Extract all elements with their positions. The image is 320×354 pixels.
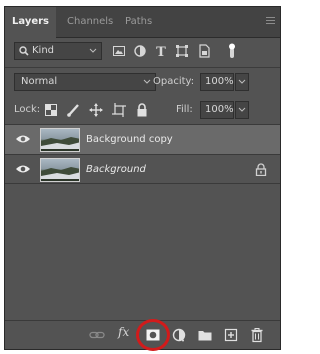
blend-mode-value: Normal <box>21 76 58 87</box>
layers-panel: Layers Channels Paths Kind T Normal Opac… <box>4 6 281 350</box>
chevron-down-icon <box>143 79 151 84</box>
fill-field[interactable]: 100% <box>200 101 234 119</box>
blend-mode-dropdown[interactable]: Normal <box>14 73 156 91</box>
chevron-down-icon <box>238 107 246 112</box>
new-group-icon[interactable] <box>197 327 213 343</box>
layers-bottom-toolbar: fx <box>5 320 280 349</box>
lock-image-pixels-icon[interactable] <box>66 103 80 117</box>
lock-all-icon[interactable] <box>136 103 148 117</box>
fill-dropdown-button[interactable] <box>235 101 249 119</box>
layer-locked-icon[interactable] <box>255 163 267 176</box>
layer-row-background-copy[interactable]: Background copy <box>5 124 280 154</box>
smart-object-filter-icon[interactable] <box>196 42 212 60</box>
lock-transparent-pixels-icon[interactable] <box>45 104 57 116</box>
opacity-value: 100% <box>205 76 234 87</box>
fill-value: 100% <box>205 104 234 115</box>
layer-thumbnail <box>40 158 80 182</box>
opacity-label: Opacity: <box>153 76 195 87</box>
adjustment-layer-icon[interactable] <box>171 327 187 343</box>
search-icon <box>19 46 29 56</box>
fx-icon[interactable]: fx <box>118 325 129 339</box>
divider <box>5 67 280 68</box>
lock-label: Lock: <box>14 104 41 115</box>
lock-position-icon[interactable] <box>89 103 103 117</box>
layer-row-background[interactable]: Background <box>5 154 280 184</box>
delete-layer-icon[interactable] <box>249 327 265 343</box>
filter-toggle-icon[interactable] <box>227 42 237 60</box>
svg-text:T: T <box>156 45 166 60</box>
lock-row: Lock: Fill: 100% <box>5 101 280 121</box>
type-filter-icon[interactable]: T <box>153 42 169 60</box>
opacity-field[interactable]: 100% <box>200 73 234 91</box>
filter-kind-dropdown[interactable]: Kind <box>14 42 102 60</box>
chevron-down-icon <box>238 79 246 84</box>
tab-channels[interactable]: Channels <box>60 7 120 37</box>
layer-thumbnail <box>40 128 80 152</box>
filter-kind-label: Kind <box>32 45 55 56</box>
adjustment-filter-icon[interactable] <box>132 42 148 60</box>
blend-row: Normal Opacity: 100% <box>5 73 280 93</box>
tab-paths[interactable]: Paths <box>118 7 159 37</box>
visibility-eye-icon[interactable] <box>15 163 31 175</box>
opacity-dropdown-button[interactable] <box>235 73 249 91</box>
lock-artboard-icon[interactable] <box>112 103 126 117</box>
panel-tab-bar: Layers Channels Paths <box>5 7 280 38</box>
visibility-eye-icon[interactable] <box>15 133 31 145</box>
layer-name: Background <box>86 164 146 175</box>
hamburger-menu-icon[interactable] <box>266 17 275 25</box>
landscape-thumbnail-image <box>41 137 79 151</box>
shape-filter-icon[interactable] <box>174 42 190 60</box>
landscape-thumbnail-image <box>41 167 79 181</box>
fill-label: Fill: <box>176 104 193 115</box>
filter-row: Kind T <box>5 42 280 62</box>
chevron-down-icon <box>89 48 97 53</box>
new-layer-icon[interactable] <box>223 327 239 343</box>
tab-layers[interactable]: Layers <box>5 7 56 38</box>
layer-name: Background copy <box>86 134 173 145</box>
add-layer-mask-icon[interactable] <box>145 327 161 343</box>
link-layers-icon[interactable] <box>89 327 105 343</box>
image-filter-icon[interactable] <box>111 42 127 60</box>
